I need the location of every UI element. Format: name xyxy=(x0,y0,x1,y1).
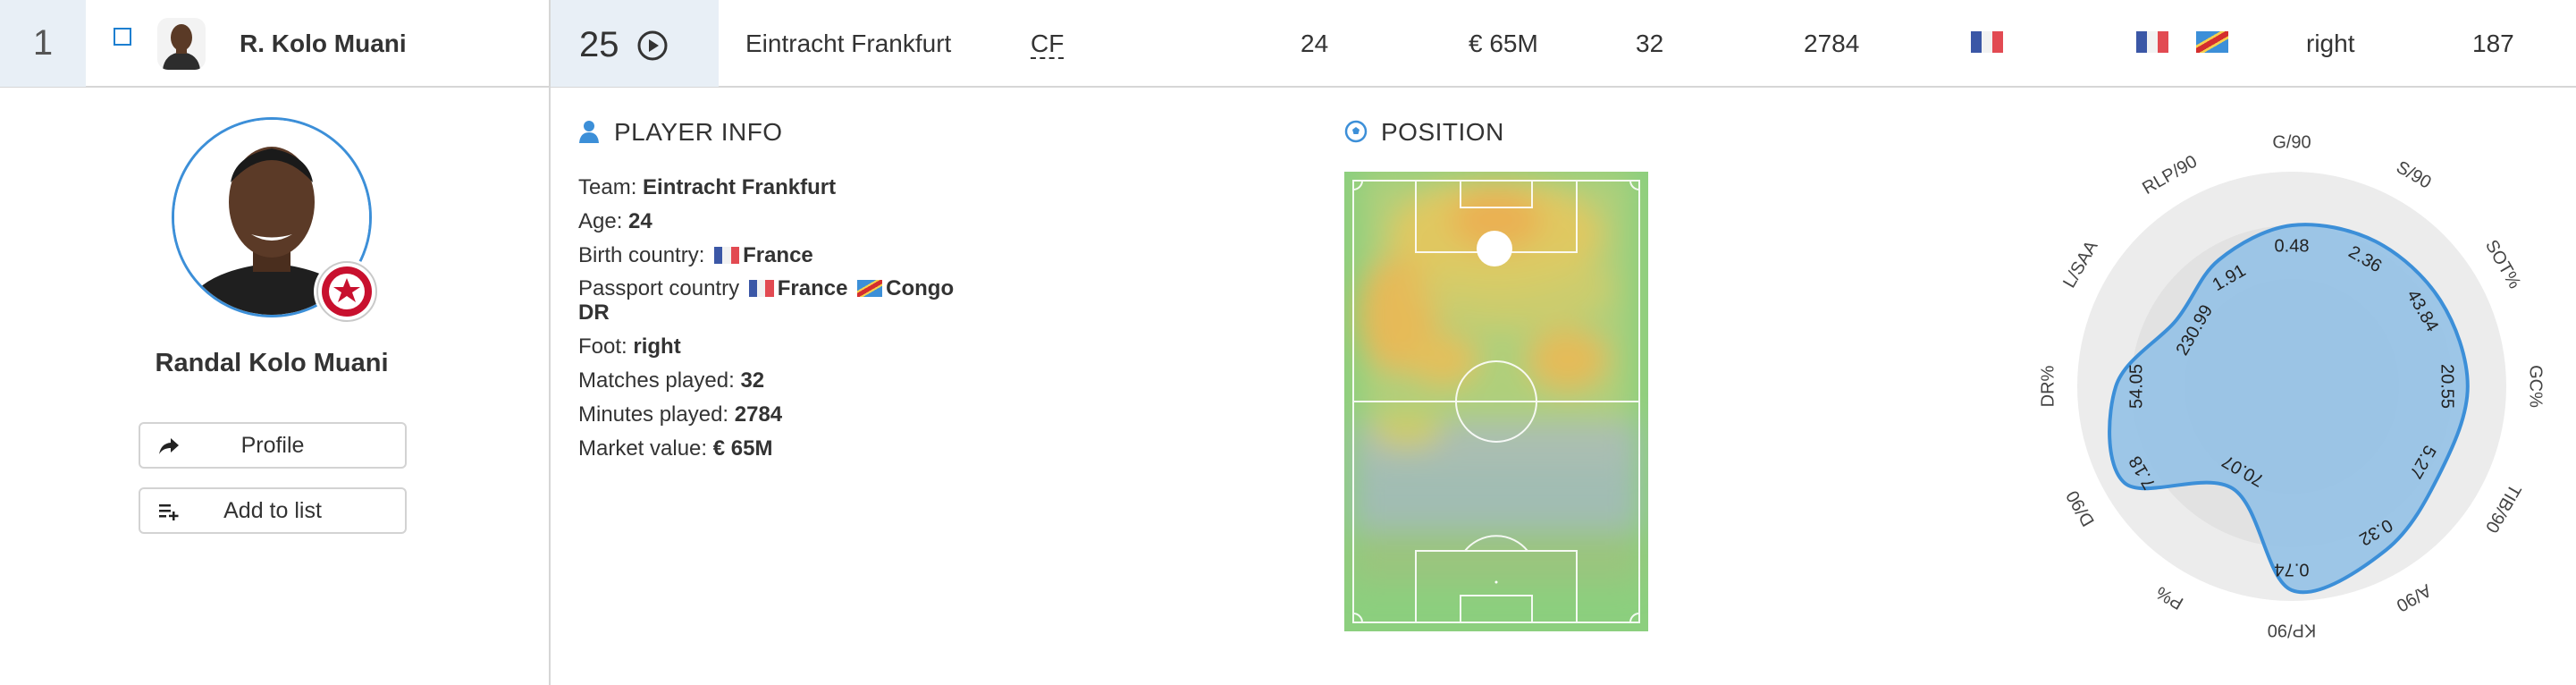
row-market-value: € 65M xyxy=(1469,30,1538,57)
player-info-title: PLAYER INFO xyxy=(614,118,783,146)
passport-flag-france-icon xyxy=(2136,31,2168,53)
info-birth-country: Birth country: France xyxy=(578,243,813,267)
person-icon xyxy=(579,121,599,143)
radar-value-label: 20.55 xyxy=(2437,364,2457,409)
radar-axis-label: RLP/90 xyxy=(2139,152,2201,199)
player-radar-chart: G/900.48S/902.36 SOT%43.84GC%20.55TIB/905… xyxy=(2038,132,2546,640)
position-heatmap xyxy=(1344,172,1648,631)
row-foot: right xyxy=(2306,30,2355,57)
passport-flag-congo-icon xyxy=(2196,31,2228,53)
info-team: Team: Eintracht Frankfurt xyxy=(578,175,837,199)
radar-axis-label: GC% xyxy=(2526,365,2546,408)
radar-value-label: 0.74 xyxy=(2275,560,2310,579)
row-avatar xyxy=(157,18,206,70)
share-arrow-icon xyxy=(159,438,179,454)
congo-flag-icon xyxy=(857,280,883,297)
row-checkbox[interactable] xyxy=(114,28,131,46)
info-matches: Matches played: 32 xyxy=(578,368,765,393)
row-player-name[interactable]: R. Kolo Muani xyxy=(240,30,407,58)
radar-axis-label: D/90 xyxy=(2063,487,2099,530)
radar-value-label: 0.48 xyxy=(2275,236,2310,256)
column-divider xyxy=(549,0,551,685)
add-to-list-button[interactable]: Add to list xyxy=(139,487,407,534)
row-height: 187 xyxy=(2472,30,2514,57)
radar-axis-label: P% xyxy=(2152,582,2186,613)
position-marker xyxy=(1477,231,1512,266)
info-market-value: Market value: € 65M xyxy=(578,436,773,461)
info-age: Age: 24 xyxy=(578,209,652,233)
radar-axis-label: TIB/90 xyxy=(2481,480,2525,536)
radar-axis-label: DR% xyxy=(2038,365,2058,407)
profile-button-label: Profile xyxy=(240,432,305,458)
club-badge-icon xyxy=(314,258,380,325)
info-passport-country-cont: DR xyxy=(578,300,610,325)
play-icon[interactable] xyxy=(636,30,669,62)
radar-axis-label: SOT% xyxy=(2481,237,2525,292)
row-matches: 32 xyxy=(1636,30,1664,57)
player-full-name: Randal Kolo Muani xyxy=(155,349,389,377)
row-position: CF xyxy=(1031,30,1065,59)
birth-flag-france-icon xyxy=(1971,31,2003,53)
rating-cell xyxy=(551,0,719,87)
profile-button[interactable]: Profile xyxy=(139,422,407,469)
player-row[interactable]: 1 R. Kolo Muani 25 Eintracht Frankfurt C… xyxy=(0,0,2576,88)
info-passport-country: Passport country France Congo xyxy=(578,276,955,300)
football-icon xyxy=(1344,120,1368,143)
france-flag-icon xyxy=(714,247,740,264)
add-to-list-label: Add to list xyxy=(223,497,322,523)
position-title: POSITION xyxy=(1381,118,1504,146)
row-team: Eintracht Frankfurt xyxy=(745,30,952,57)
radar-axis-label: S/90 xyxy=(2393,157,2435,193)
row-index: 1 xyxy=(0,0,86,87)
row-minutes: 2784 xyxy=(1804,30,1860,57)
rating-value: 25 xyxy=(579,25,619,64)
info-foot: Foot: right xyxy=(578,334,681,359)
playlist-add-icon xyxy=(159,504,179,520)
radar-axis-label: KP/90 xyxy=(2268,621,2316,640)
radar-axis-label: L/SAA xyxy=(2059,237,2102,292)
radar-value-label: 54.05 xyxy=(2126,364,2146,409)
info-minutes: Minutes played: 2784 xyxy=(578,402,783,427)
radar-axis-label: G/90 xyxy=(2272,132,2311,152)
france-flag-icon xyxy=(748,280,774,297)
row-age: 24 xyxy=(1301,30,1329,57)
radar-axis-label: A/90 xyxy=(2393,579,2435,615)
